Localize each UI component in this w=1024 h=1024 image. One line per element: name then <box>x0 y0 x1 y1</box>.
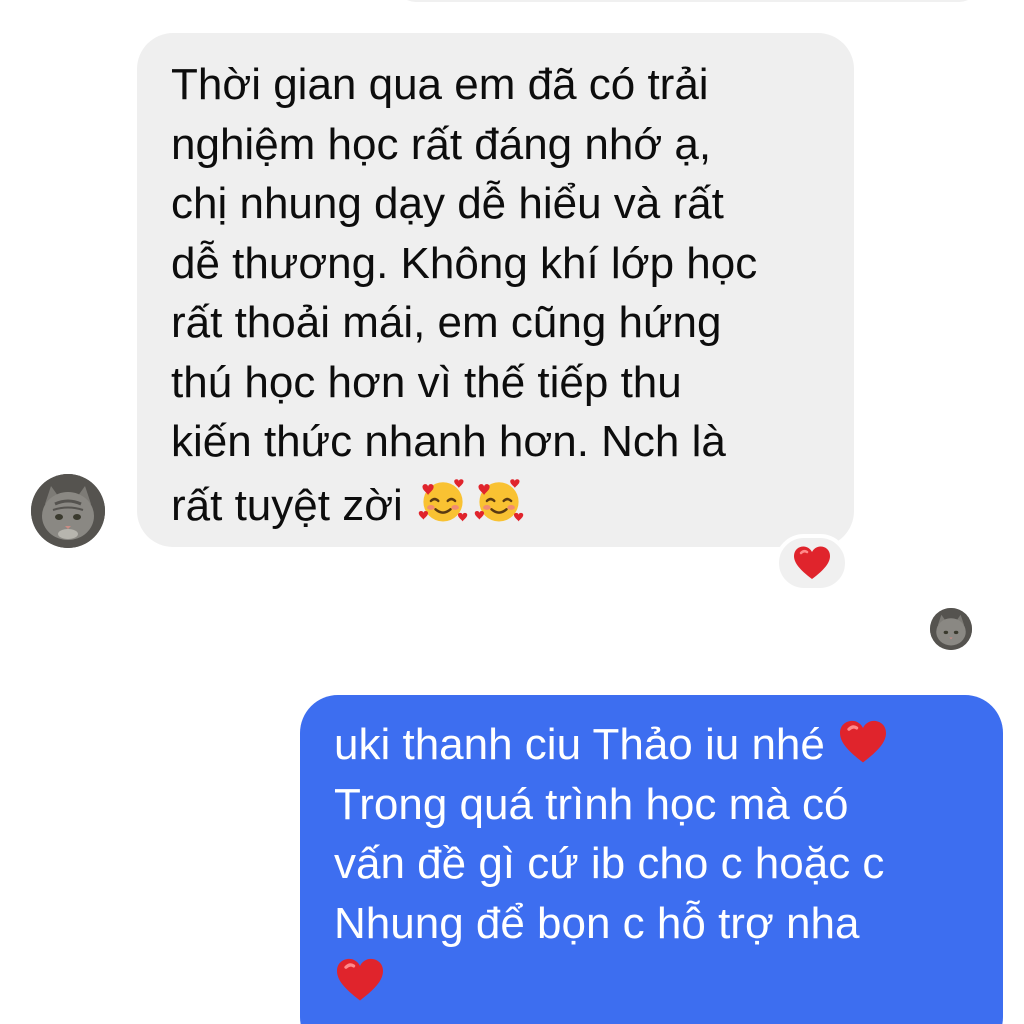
incoming-line: kiến thức nhanh hơn. Nch là <box>171 417 726 466</box>
outgoing-message-bubble[interactable]: uki thanh ciu Thảo iu nhé Trong quá trìn… <box>300 695 1003 1024</box>
chat-thread: Thời gian qua em đã có trải nghiệm học r… <box>0 0 1024 1024</box>
red-heart-icon <box>337 958 383 1001</box>
incoming-line: thú học hơn vì thế tiếp thu <box>171 357 682 407</box>
incoming-line: nghiệm học rất đáng nhớ ạ, <box>171 119 712 169</box>
read-receipt-avatar <box>930 608 972 650</box>
outgoing-line: Trong quá trình học mà có <box>334 779 849 829</box>
incoming-line: rất tuyệt zời <box>171 480 403 530</box>
incoming-line: chị nhung dạy dễ hiểu và rất <box>171 179 724 228</box>
cat-avatar-icon <box>930 608 972 650</box>
cat-avatar-icon <box>31 474 105 548</box>
previous-message-bubble[interactable] <box>395 0 980 2</box>
smiling-face-with-hearts-icon <box>415 472 471 528</box>
incoming-line: Thời gian qua em đã có trải <box>171 60 709 109</box>
incoming-message-bubble[interactable]: Thời gian qua em đã có trải nghiệm học r… <box>137 33 854 547</box>
incoming-line: dễ thương. Không khí lớp học <box>171 238 758 288</box>
red-heart-icon <box>840 720 887 763</box>
outgoing-line: vấn đề gì cứ ib cho c hoặc c <box>334 839 885 888</box>
message-reaction[interactable] <box>775 534 849 592</box>
red-heart-icon <box>794 546 830 579</box>
outgoing-line: Nhung để bọn c hỗ trợ nha <box>334 898 860 948</box>
outgoing-message-text: uki thanh ciu Thảo iu nhé Trong quá trìn… <box>334 715 983 1013</box>
sender-avatar[interactable] <box>31 474 105 548</box>
smiling-face-with-hearts-icon <box>471 472 527 528</box>
outgoing-line: uki thanh ciu Thảo iu nhé <box>334 720 825 769</box>
incoming-message-text: Thời gian qua em đã có trải nghiệm học r… <box>171 55 824 535</box>
incoming-line: rất thoải mái, em cũng hứng <box>171 298 722 347</box>
